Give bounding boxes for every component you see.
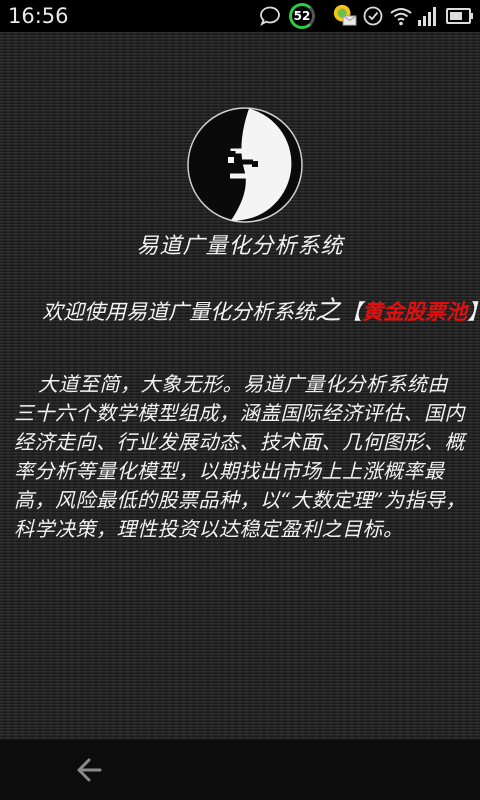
signal-bars-icon [418,7,436,26]
description-text: 大道至简，大象无形。易道广量化分析系统由三十六个数学模型组成，涵盖国际经济评估、… [14,372,466,541]
welcome-text: 欢迎使用易道广量化分析系统 [42,300,315,324]
welcome-zhi: 之 [315,296,342,326]
app-title: 易道广量化分析系统 [136,234,344,259]
battery-percent: 52 [293,9,311,23]
welcome-banner: 欢迎使用易道广量化分析系统之【黄金股票池】 [42,290,480,327]
status-bar: 16:56 52 [0,0,480,32]
stock-pool-link[interactable]: 黄金股票池 [362,299,467,324]
battery-icon [446,8,473,24]
battery-circle-icon: 52 [289,3,315,29]
chat-bubble-icon [260,6,280,27]
app-notification-icon [333,4,357,26]
navigation-bar [0,740,480,800]
main-content: 易道广量化分析系统 欢迎使用易道广量化分析系统之【黄金股票池】 大道至简，大象无… [0,32,480,740]
bracket-open: 【 [341,300,363,324]
wifi-icon [390,8,412,26]
back-arrow-icon[interactable] [70,750,110,790]
bracket-close: 】 [467,300,480,324]
app-screen: 16:56 52 易道广量化分析系统 欢迎使用易道广量化分析系统之【黄金股票池 … [0,0,480,800]
check-circle-icon [363,6,383,26]
status-time: 16:56 [8,4,69,28]
app-logo [187,107,303,223]
